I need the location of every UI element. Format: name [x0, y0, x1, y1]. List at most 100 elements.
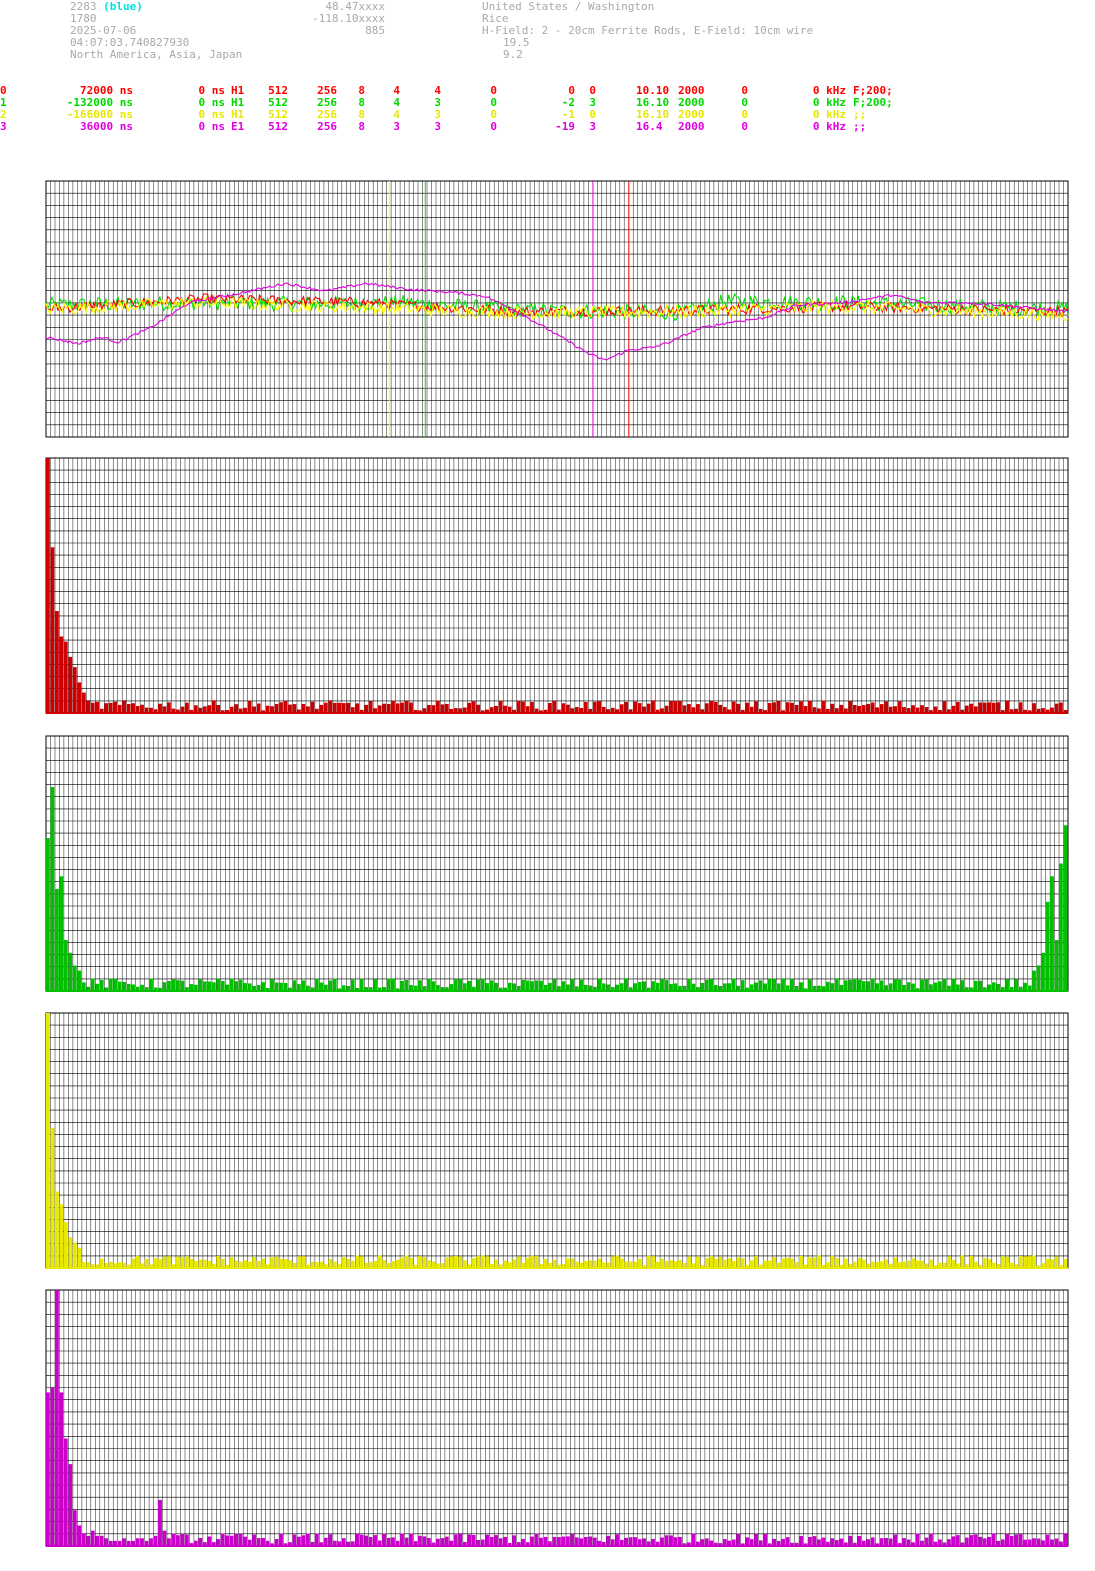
spectrum-0-bar-214 [1005, 700, 1010, 713]
spectrum-0-bar-36 [207, 705, 212, 713]
spectrum-3-bar-209 [982, 1538, 987, 1546]
spectrum-1-bar-160 [763, 983, 768, 991]
spectrum-3-bar-194 [915, 1533, 920, 1546]
spectrum-3-bar-38 [216, 1539, 221, 1546]
spectrum-1-bar-35 [202, 981, 207, 991]
spectrum-2-bar-30 [180, 1257, 185, 1268]
spectrum-1-bar-225 [1054, 940, 1059, 991]
spectrum-3-bar-7 [77, 1525, 82, 1546]
spectrum-0-bar-134 [646, 703, 651, 713]
spectrum-0-bar-45 [247, 700, 252, 713]
spectrum-3-bar-133 [642, 1538, 647, 1546]
spectrum-3-bar-98 [485, 1534, 490, 1546]
spectrum-3-bar-71 [364, 1535, 369, 1546]
spectrum-0-bar-226 [1059, 702, 1063, 713]
spectrum-0-bar-55 [292, 704, 297, 713]
spectrum-3-bar-85 [427, 1538, 431, 1546]
spectrum-0-bar-19 [131, 703, 136, 713]
spectrum-1-bar-23 [149, 978, 153, 991]
spectrum-0-bar-107 [525, 706, 530, 713]
spectrum-1-bar-64 [332, 978, 337, 991]
spectrum-0-bar-66 [341, 703, 346, 713]
spectrum-1-bar-135 [651, 981, 655, 991]
spectrum-1-bar-8 [81, 982, 86, 991]
spectrum-1-bar-212 [996, 983, 1001, 991]
spectrum-2-bar-41 [229, 1257, 234, 1268]
spectrum-3-bar-13 [104, 1538, 109, 1546]
spectrum-1-bar-43 [238, 979, 243, 991]
spectrum-1-bar-185 [875, 983, 880, 991]
spectrum-0-bar-100 [494, 705, 499, 713]
spectrum-0-bar-17 [122, 700, 127, 713]
spectrum-0-bar-80 [404, 700, 409, 713]
spectrum-3-bar-72 [368, 1537, 373, 1546]
spectrum-0-bar-27 [167, 702, 171, 713]
spectrum-3-bar-225 [1054, 1538, 1059, 1546]
spectrum-2-bar-147 [704, 1258, 709, 1268]
spectrum-3-bar-12 [99, 1535, 104, 1546]
spectrum-2-bar-75 [382, 1260, 387, 1268]
spectrum-3-bar-147 [704, 1538, 709, 1546]
spectrum-2-bar-217 [1018, 1256, 1023, 1268]
spectrum-0-bar-6 [72, 667, 77, 713]
spectrum-1-bar-86 [431, 981, 436, 991]
spectrum-0-bar-86 [431, 705, 436, 713]
spectrum-1-bar-226 [1059, 863, 1063, 991]
spectrum-2-bar-141 [678, 1260, 682, 1268]
spectrum-2-bar-182 [861, 1259, 866, 1268]
spectrum-3-bar-34 [198, 1537, 203, 1546]
spectrum-0-bar-177 [839, 704, 844, 713]
spectrum-1-bar-147 [704, 979, 709, 991]
spectrum-3-bar-151 [722, 1539, 727, 1546]
spectrum-2-bar-158 [754, 1256, 759, 1268]
spectrum-3-bar-48 [261, 1538, 266, 1546]
spectrum-1-bar-99 [489, 980, 494, 991]
spectrum-2-bar-176 [834, 1258, 839, 1268]
spectrum-0-bar-94 [467, 702, 472, 713]
spectrum-3-bar-80 [404, 1537, 409, 1546]
spectrum-1-bar-151 [722, 983, 727, 991]
spectrum-3-bar-196 [924, 1537, 929, 1546]
spectrum-0-bar-211 [991, 702, 996, 713]
spectrum-2-bar-34 [198, 1259, 203, 1268]
spectrum-1-bar-220 [1032, 970, 1036, 991]
spectrum-2-bar-1 [50, 1127, 55, 1269]
spectrum-1-bar-61 [319, 982, 324, 991]
spectrum-2-bar-63 [328, 1259, 333, 1268]
spectrum-3-bar-186 [879, 1538, 884, 1546]
spectrum-3-bar-208 [978, 1536, 983, 1546]
spectrum-0-bar-37 [211, 700, 216, 713]
spectrum-1-bar-115 [561, 981, 566, 991]
spectrum-2-bar-140 [673, 1261, 678, 1268]
spectrum-2-bar-54 [288, 1260, 292, 1268]
spectrum-2-bar-98 [485, 1256, 490, 1268]
spectrum-3-bar-202 [951, 1536, 956, 1546]
grid-panel-4 [45, 1289, 1069, 1547]
spectrum-0-bar-13 [104, 703, 109, 713]
spectrum-0-bar-140 [673, 701, 678, 713]
spectrum-0-bar-76 [386, 703, 391, 713]
spectrum-2-bar-50 [270, 1257, 274, 1268]
spectrum-1-bar-146 [700, 983, 705, 991]
spectrum-3-bar-116 [566, 1536, 570, 1546]
spectrum-2-bar-223 [1045, 1258, 1050, 1268]
spectrum-1-bar-60 [314, 978, 319, 991]
spectrum-2-bar-19 [131, 1258, 136, 1268]
spectrum-3-bar-135 [651, 1538, 655, 1546]
spectrum-1-bar-6 [72, 965, 77, 991]
spectrum-3-bar-87 [436, 1538, 440, 1546]
spectrum-2-bar-67 [346, 1258, 351, 1268]
spectrum-1-bar-159 [758, 980, 763, 991]
spectrum-1-bar-3 [59, 876, 64, 992]
spectrum-1-bar-162 [772, 978, 777, 991]
spectrum-2-bar-2 [55, 1191, 59, 1268]
spectrum-0-bar-53 [283, 700, 288, 713]
spectrum-1-bar-196 [924, 979, 929, 991]
spectrum-1-bar-202 [951, 978, 956, 991]
spectrum-2-bar-51 [274, 1256, 279, 1268]
spectrum-3-bar-181 [857, 1536, 862, 1546]
spectrum-0-bar-21 [140, 704, 144, 713]
spectrum-2-bar-201 [947, 1256, 951, 1268]
spectrum-0-bar-15 [113, 701, 118, 713]
spectrum-2-bar-96 [476, 1255, 481, 1268]
